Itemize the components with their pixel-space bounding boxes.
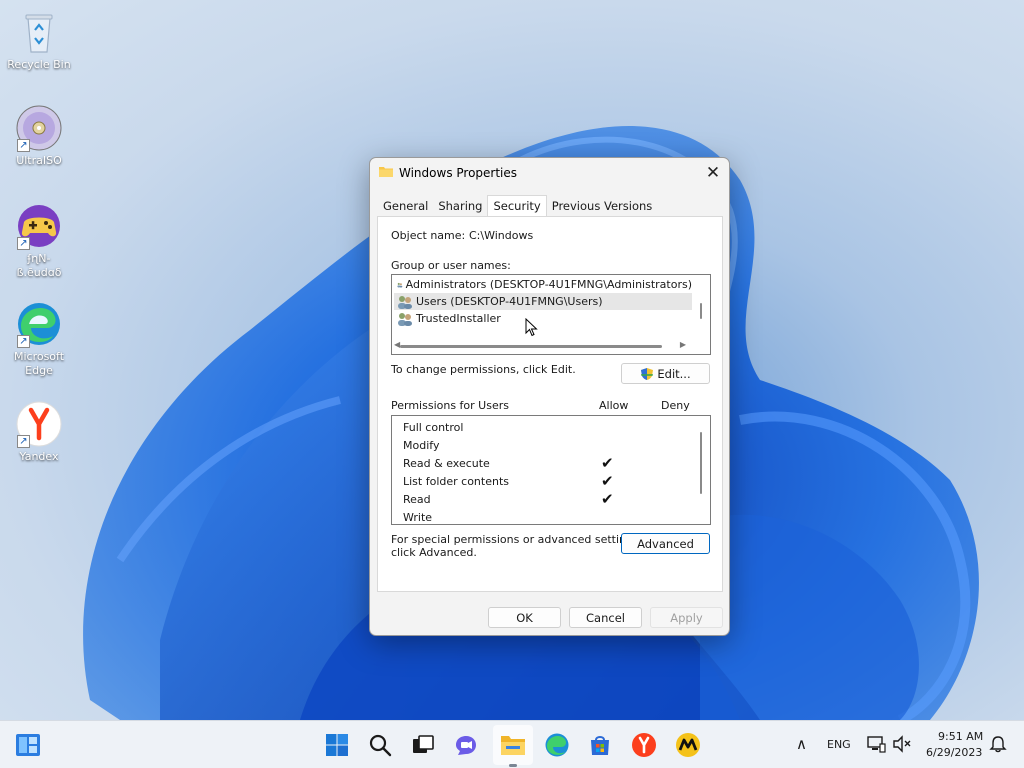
desktop-icon-label: UltraISO (16, 154, 62, 167)
permission-full-control: Full control (403, 421, 464, 434)
desktop-icon-ultraiso[interactable]: ↗ UltraISO (6, 104, 72, 168)
close-button[interactable]: ✕ (697, 158, 729, 188)
scroll-left-arrow-icon[interactable]: ◀ (394, 340, 400, 349)
uac-shield-icon (641, 367, 654, 380)
deny-column-header: Deny (661, 399, 690, 412)
gamepad-icon: ↗ (15, 202, 63, 250)
permission-list-folder-contents: List folder contents (403, 475, 509, 488)
windows-logo-icon (326, 734, 348, 756)
permission-read: Read (403, 493, 431, 506)
tab-previous-versions[interactable]: Previous Versions (547, 197, 658, 216)
apply-button[interactable]: Apply (650, 607, 723, 628)
user-name: Users (DESKTOP-4U1FMNG\Users) (416, 295, 603, 308)
edit-button[interactable]: Edit... (621, 363, 710, 384)
yandex-icon: ↗ (15, 400, 63, 448)
tab-security[interactable]: Security (487, 195, 547, 216)
list-item-administrators[interactable]: Administrators (DESKTOP-4U1FMNG\Administ… (394, 276, 692, 293)
show-hidden-icons-chevron[interactable]: ∧ (796, 735, 807, 753)
desktop-icon-label: Recycle Bin (7, 58, 71, 71)
permissions-list[interactable]: Full control Modify Read & execute List … (391, 415, 711, 525)
microsoft-store-icon[interactable] (586, 731, 614, 759)
tab-general[interactable]: General (378, 197, 433, 216)
advanced-hint-line1: For special permissions or advanced sett… (391, 533, 643, 546)
edge-icon: ↗ (15, 300, 63, 348)
desktop-icon-label: Microsoft Edge (13, 350, 65, 377)
advanced-hint-line2: click Advanced. (391, 546, 477, 559)
user-name: Administrators (DESKTOP-4U1FMNG\Administ… (405, 278, 692, 291)
recycle-bin-icon (15, 8, 63, 56)
users-listbox[interactable]: Administrators (DESKTOP-4U1FMNG\Administ… (391, 274, 711, 355)
shortcut-arrow-icon: ↗ (17, 237, 30, 250)
desktop-icon-microsoft-edge[interactable]: ↗ Microsoft Edge (6, 300, 72, 378)
allow-column-header: Allow (599, 399, 629, 412)
file-explorer-icon[interactable] (499, 731, 527, 759)
hscroll-thumb[interactable] (400, 345, 662, 348)
desktop-icon-recycle-bin[interactable]: Recycle Bin (6, 8, 72, 72)
users-group-icon (398, 312, 412, 326)
ok-button[interactable]: OK (488, 607, 561, 628)
running-indicator (509, 764, 517, 767)
edit-button-label: Edit... (657, 366, 691, 381)
cancel-button[interactable]: Cancel (569, 607, 642, 628)
user-name: TrustedInstaller (416, 312, 501, 325)
permission-write: Write (403, 511, 433, 524)
permission-modify: Modify (403, 439, 440, 452)
dialog-title: Windows Properties (399, 166, 518, 180)
tab-sharing[interactable]: Sharing (433, 197, 487, 216)
list-horizontal-scrollbar[interactable]: ◀ ▶ (394, 340, 708, 351)
chat-icon[interactable] (452, 731, 480, 759)
object-name-value: C:\Windows (469, 229, 534, 242)
group-label: Group or user names: (391, 259, 511, 272)
task-view-icon[interactable] (409, 731, 437, 759)
security-panel: Object name: C:\Windows Group or user na… (377, 216, 723, 592)
network-icon[interactable] (864, 732, 888, 756)
folder-icon (379, 167, 393, 177)
list-item-trustedinstaller[interactable]: TrustedInstaller (394, 310, 692, 327)
volume-muted-icon[interactable] (890, 732, 914, 756)
search-icon[interactable] (366, 731, 394, 759)
allow-checkmark-read-execute: ✔ (601, 454, 614, 472)
permissions-vertical-scrollbar[interactable] (700, 432, 702, 494)
advanced-button[interactable]: Advanced (621, 533, 710, 554)
scroll-right-arrow-icon[interactable]: ▶ (680, 340, 686, 349)
permissions-for-label: Permissions for Users (391, 399, 509, 412)
mouse-cursor-icon (525, 318, 538, 337)
list-item-users[interactable]: Users (DESKTOP-4U1FMNG\Users) (394, 293, 692, 310)
desktop-icon-label: ʄɳN-ß.ēudɑδ (16, 252, 62, 279)
desktop-icon-label: Yandex (19, 450, 59, 463)
clock-time[interactable]: 9:51 AM (938, 730, 983, 743)
shortcut-arrow-icon: ↗ (17, 435, 30, 448)
game-app-taskbar-icon[interactable] (674, 731, 702, 759)
desktop-icon-yandex[interactable]: ↗ Yandex (6, 400, 72, 464)
users-group-icon (398, 295, 412, 309)
shortcut-arrow-icon: ↗ (17, 139, 30, 152)
taskbar: ∧ ENG 9:51 AM 6/29/2023 (0, 720, 1024, 768)
edge-taskbar-icon[interactable] (543, 731, 571, 759)
list-vertical-scrollbar[interactable] (700, 303, 702, 319)
allow-checkmark-read: ✔ (601, 490, 614, 508)
object-name-label: Object name: (391, 229, 466, 242)
allow-checkmark-list-folder: ✔ (601, 472, 614, 490)
permission-read-execute: Read & execute (403, 457, 490, 470)
dialog-titlebar[interactable]: Windows Properties ✕ (370, 158, 729, 188)
clock-date[interactable]: 6/29/2023 (926, 746, 982, 759)
tab-strip: General Sharing Security Previous Versio… (378, 195, 658, 216)
windows-properties-dialog: Windows Properties ✕ General Sharing Sec… (369, 157, 730, 636)
desktop-icon-game[interactable]: ↗ ʄɳN-ß.ēudɑδ (6, 202, 72, 280)
start-button[interactable] (323, 731, 351, 759)
disc-icon: ↗ (15, 104, 63, 152)
change-permissions-hint: To change permissions, click Edit. (391, 363, 576, 376)
widgets-icon[interactable] (14, 731, 42, 759)
yandex-taskbar-icon[interactable] (630, 731, 658, 759)
notifications-icon[interactable] (986, 732, 1010, 756)
users-group-icon (397, 282, 403, 287)
language-indicator[interactable]: ENG (827, 738, 851, 751)
shortcut-arrow-icon: ↗ (17, 335, 30, 348)
